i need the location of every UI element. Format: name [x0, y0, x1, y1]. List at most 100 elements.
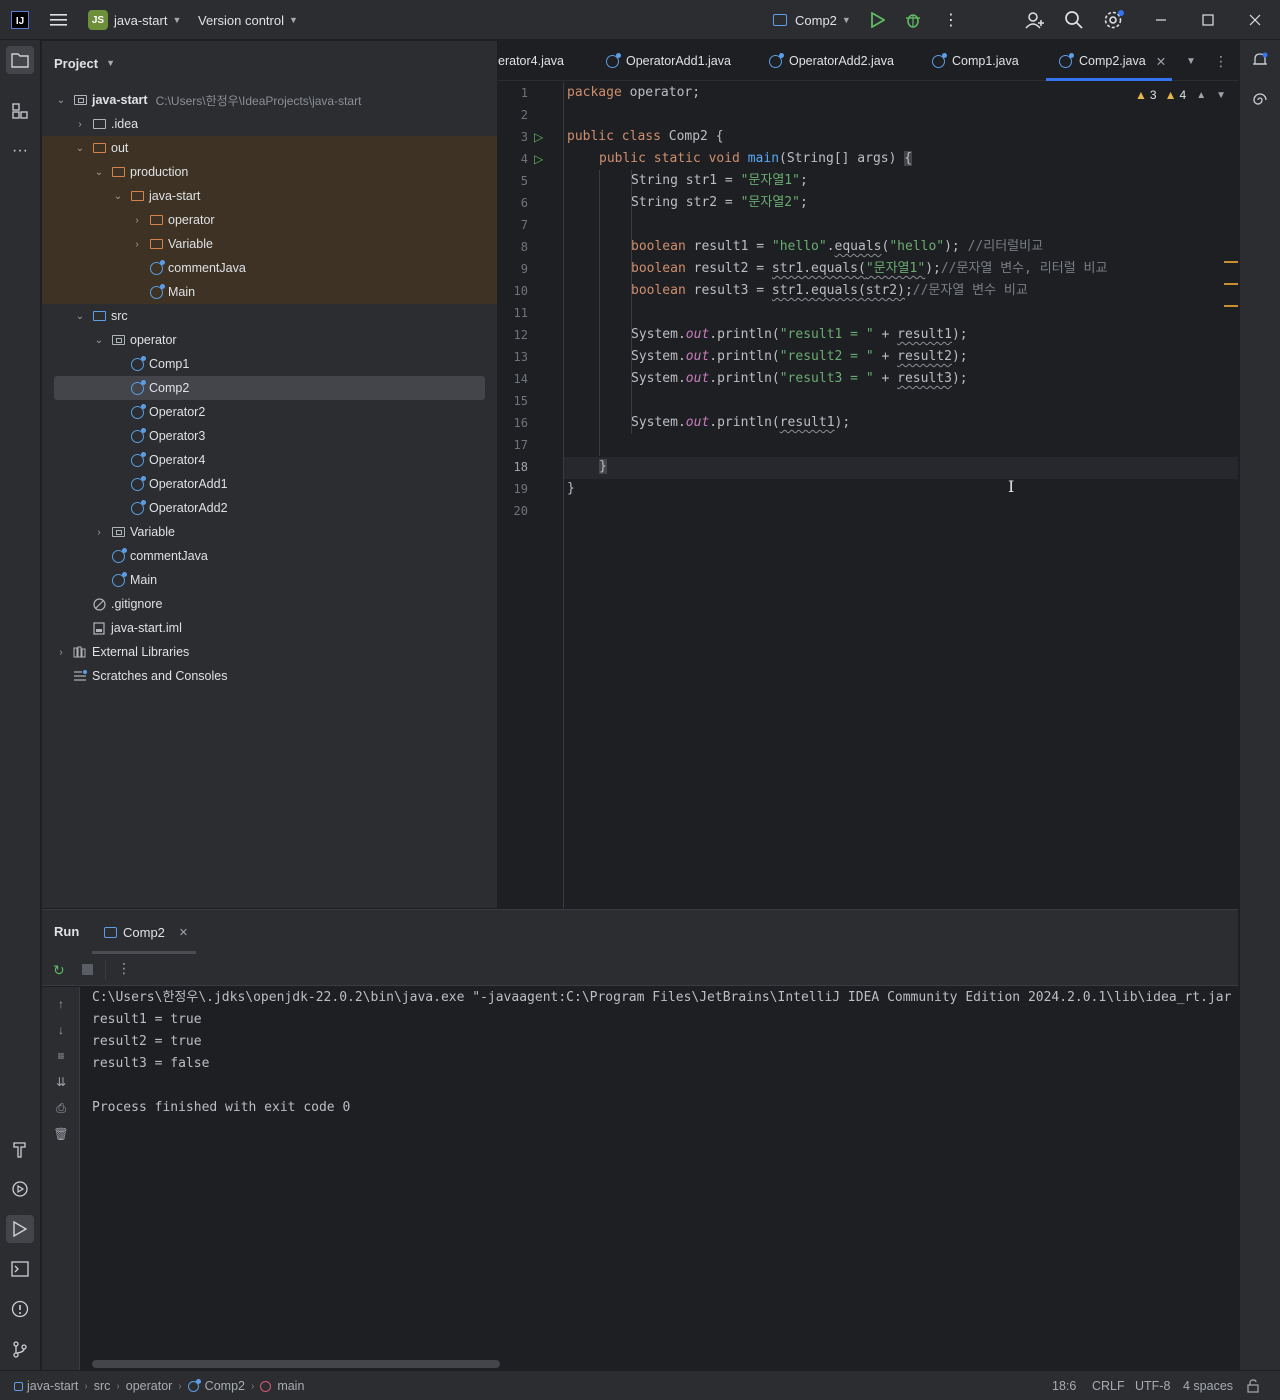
tab-operatoradd2[interactable]: OperatorAdd2.java [769, 41, 894, 81]
code-line-3[interactable]: public class Comp2 { [567, 126, 724, 148]
tree-item-operator3[interactable]: Operator3 [42, 424, 497, 448]
tree-item-production[interactable]: ⌄ production [42, 160, 497, 184]
indent-setting[interactable]: 4 spaces [1183, 1371, 1233, 1400]
tree-item-commentjava-out[interactable]: commentJava [42, 256, 497, 280]
scroll-to-end-icon[interactable]: ⇊ [53, 1074, 69, 1090]
run-main-gutter-icon[interactable]: ▷ [534, 148, 543, 170]
tree-item-operatoradd1[interactable]: OperatorAdd1 [42, 472, 497, 496]
code-with-me-button[interactable] [1025, 0, 1045, 40]
close-tab-icon[interactable]: ✕ [1156, 54, 1166, 69]
code-line-18[interactable]: } [599, 456, 607, 478]
project-panel-header[interactable]: Project ▼ [42, 41, 497, 85]
problems-tool-button[interactable] [6, 1295, 34, 1323]
structure-tool-button[interactable] [6, 97, 34, 125]
tree-item-scratches[interactable]: Scratches and Consoles [42, 664, 497, 688]
ai-assistant-button[interactable] [1246, 86, 1274, 114]
code-line-10[interactable]: boolean result3 = str1.equals(str2);//문자… [631, 280, 1028, 302]
tab-operatoradd1[interactable]: OperatorAdd1.java [606, 41, 731, 81]
project-tool-button[interactable] [6, 46, 34, 74]
warning-stripe[interactable] [1224, 283, 1238, 285]
up-arrow-icon[interactable]: ↑ [53, 996, 69, 1012]
warning-stripe[interactable] [1224, 261, 1238, 263]
code-line-5[interactable]: String str1 = "문자열1"; [631, 170, 808, 192]
code-line-12[interactable]: System.out.println("result1 = " + result… [631, 324, 968, 346]
main-menu-button[interactable] [50, 0, 68, 40]
breadcrumb-item[interactable]: main [277, 1379, 304, 1393]
services-tool-button[interactable] [6, 1175, 34, 1203]
breadcrumb-item[interactable]: Comp2 [205, 1379, 245, 1393]
code-line-19[interactable]: } [567, 478, 575, 500]
code-line-14[interactable]: System.out.println("result3 = " + result… [631, 368, 968, 390]
tabs-more-icon[interactable]: ⋮ [1214, 41, 1228, 81]
run-tab-comp2[interactable]: Comp2 ✕ [92, 910, 196, 954]
line-separator[interactable]: CRLF [1092, 1371, 1125, 1400]
trash-icon[interactable]: 🗑 [53, 1126, 69, 1142]
more-options-icon[interactable]: ⋮ [117, 960, 131, 977]
tree-item-operator-out[interactable]: › operator [42, 208, 497, 232]
tree-root[interactable]: ⌄ java-start C:\Users\한정우\IdeaProjects\j… [42, 88, 497, 112]
settings-button[interactable] [1103, 0, 1125, 40]
next-highlight-icon[interactable]: ▼ [1216, 90, 1226, 101]
stop-icon[interactable] [82, 964, 93, 975]
tree-item-src[interactable]: ⌄ src [42, 304, 497, 328]
tree-item-operatoradd2[interactable]: OperatorAdd2 [42, 496, 497, 520]
minimize-button[interactable] [1138, 0, 1184, 40]
notifications-button[interactable] [1246, 46, 1274, 74]
tree-item-operator4[interactable]: Operator4 [42, 448, 497, 472]
search-button[interactable] [1064, 0, 1084, 40]
breadcrumb-item[interactable]: java-start [27, 1379, 78, 1393]
tabs-dropdown-icon[interactable]: ▼ [1186, 41, 1196, 81]
run-tool-button[interactable] [6, 1215, 34, 1243]
tree-item-commentjava[interactable]: commentJava [42, 544, 497, 568]
project-switcher[interactable]: JS java-start ▼ [88, 0, 181, 40]
tree-item-operator2[interactable]: Operator2 [42, 400, 497, 424]
caret-position[interactable]: 18:6 [1052, 1371, 1076, 1400]
tree-item-operator-pkg[interactable]: ⌄ operator [42, 328, 497, 352]
tree-item-main-out[interactable]: Main [42, 280, 497, 304]
code-line-6[interactable]: String str2 = "문자열2"; [631, 192, 808, 214]
code-line-9[interactable]: boolean result2 = str1.equals("문자열1");//… [631, 258, 1107, 280]
code-line-13[interactable]: System.out.println("result2 = " + result… [631, 346, 968, 368]
tab-comp1[interactable]: Comp1.java [932, 41, 1019, 81]
git-tool-button[interactable] [6, 1335, 34, 1363]
breadcrumb-item[interactable]: src [94, 1379, 111, 1393]
run-class-gutter-icon[interactable]: ▷ [534, 126, 543, 148]
print-icon[interactable]: ⎙ [53, 1100, 69, 1116]
previous-highlight-icon[interactable]: ▲ [1196, 90, 1206, 101]
down-arrow-icon[interactable]: ↓ [53, 1022, 69, 1038]
horizontal-scrollbar[interactable] [92, 1360, 500, 1368]
tree-item-java-start-out[interactable]: ⌄ java-start [42, 184, 497, 208]
warning-stripe[interactable] [1224, 305, 1238, 307]
vcs-menu[interactable]: Version control ▼ [198, 0, 298, 40]
more-tools-icon[interactable]: ··· [6, 137, 34, 165]
code-line-1[interactable]: package operator; [567, 82, 700, 104]
tree-item-variable-pkg[interactable]: › Variable [42, 520, 497, 544]
tree-item-comp2[interactable]: Comp2 [54, 376, 485, 400]
breadcrumb-item[interactable]: operator [126, 1379, 173, 1393]
tree-item-out[interactable]: ⌄ out [42, 136, 497, 160]
inspection-widget[interactable]: ▲ 3 ▲ 4 ▲ ▼ [1135, 88, 1226, 102]
tree-item-idea[interactable]: › .idea [42, 112, 497, 136]
tree-item-main[interactable]: Main [42, 568, 497, 592]
code-line-4[interactable]: public static void main(String[] args) { [599, 148, 913, 170]
tab-comp2[interactable]: Comp2.java ✕ [1046, 41, 1172, 81]
build-tool-button[interactable] [6, 1135, 34, 1163]
more-actions-icon[interactable]: ⋮ [943, 0, 959, 40]
tree-item-gitignore[interactable]: .gitignore [42, 592, 497, 616]
close-window-button[interactable] [1232, 0, 1278, 40]
terminal-tool-button[interactable] [6, 1255, 34, 1283]
tree-item-comp1[interactable]: Comp1 [42, 352, 497, 376]
run-config-selector[interactable]: Comp2 ▼ [773, 0, 851, 40]
tab-operator4[interactable]: erator4.java [498, 41, 564, 81]
lock-icon[interactable] [1246, 1371, 1260, 1400]
soft-wrap-icon[interactable]: ≡ [53, 1048, 69, 1064]
tree-item-variable-out[interactable]: › Variable [42, 232, 497, 256]
rerun-icon[interactable]: ↻ [53, 962, 65, 979]
close-tab-icon[interactable]: ✕ [179, 926, 188, 939]
tree-item-external-libraries[interactable]: › External Libraries [42, 640, 497, 664]
tree-item-iml[interactable]: java-start.iml [42, 616, 497, 640]
maximize-button[interactable] [1185, 0, 1231, 40]
debug-button[interactable] [904, 0, 922, 40]
file-encoding[interactable]: UTF-8 [1135, 1371, 1170, 1400]
code-line-16[interactable]: System.out.println(result1); [631, 412, 850, 434]
